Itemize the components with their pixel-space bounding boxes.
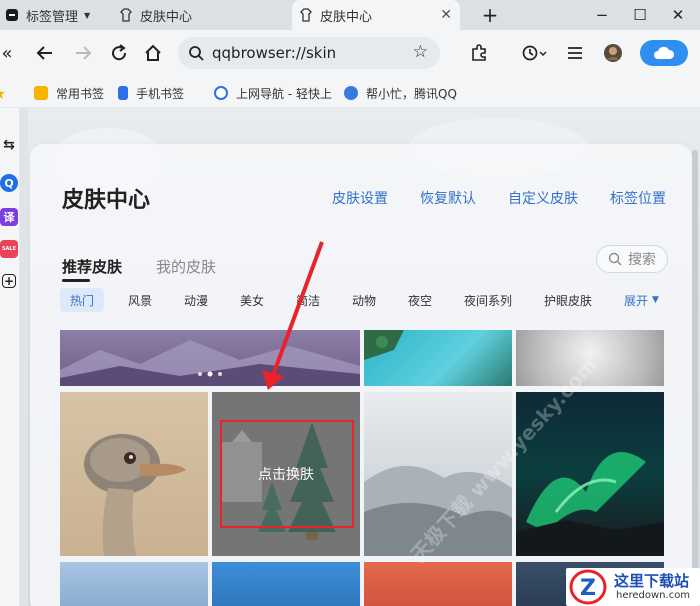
qq-browser-icon [214, 86, 228, 100]
bookmark-label: 帮小忙，腾讯QQ [366, 86, 457, 101]
skin-settings-link[interactable]: 皮肤设置 [332, 188, 388, 208]
mountain-image [60, 340, 360, 386]
bookmark-mobile[interactable]: 手机书签 [118, 78, 184, 108]
skin-tile-ocean[interactable] [212, 562, 360, 606]
close-window-button[interactable]: ✕ [660, 0, 696, 30]
skin-tile-lake[interactable] [364, 330, 512, 386]
skin-search[interactable]: 搜索 [596, 245, 668, 273]
page-title: 皮肤中心 [62, 188, 151, 213]
category-night-series[interactable]: 夜间系列 [464, 288, 512, 312]
sale-icon[interactable]: SALE [0, 240, 18, 258]
close-icon[interactable]: ✕ [440, 7, 452, 23]
skin-center-panel: 皮肤中心 皮肤设置 恢复默认 自定义皮肤 标签位置 推荐皮肤 我的皮肤 搜索 热… [30, 144, 692, 606]
maximize-button[interactable]: ☐ [622, 0, 658, 30]
skin-banner[interactable] [60, 330, 360, 386]
category-animals[interactable]: 动物 [352, 288, 376, 312]
tab-bar: 标签管理 ▼ 皮肤中心 皮肤中心 ✕ + − ☐ ✕ [0, 0, 700, 30]
restore-default-link[interactable]: 恢复默认 [420, 188, 476, 208]
translate-icon[interactable]: 译 [0, 208, 18, 226]
back-icon[interactable] [30, 38, 60, 68]
swap-icon[interactable]: ⇆ [0, 136, 18, 154]
tab-recommended[interactable]: 推荐皮肤 [62, 256, 122, 277]
minimize-button[interactable]: − [584, 0, 620, 30]
tab-label: 皮肤中心 [140, 9, 193, 25]
apply-skin-label[interactable]: 点击换肤 [212, 464, 360, 484]
bookmark-navigation[interactable]: 上网导航 - 轻快上 [214, 78, 332, 108]
active-tab-indicator [62, 279, 90, 282]
svg-text:Z: Z [580, 576, 596, 601]
extensions-icon[interactable] [464, 38, 494, 68]
skin-tile-ostrich[interactable] [60, 392, 208, 556]
category-scenery[interactable]: 风景 [128, 288, 152, 312]
tab-skin-center-1[interactable]: 皮肤中心 [118, 0, 288, 30]
page-scrollbar[interactable] [692, 150, 698, 580]
skin-tile-sunset[interactable] [364, 562, 512, 606]
cloud-sync-button[interactable] [640, 40, 688, 66]
tab-my-skins[interactable]: 我的皮肤 [156, 256, 216, 277]
tencent-helper-icon [344, 86, 358, 100]
cloud-icon [654, 46, 675, 59]
chevron-down-icon: ▼ [652, 295, 659, 305]
search-label: 搜索 [628, 252, 656, 268]
navigation-toolbar: « qqbrowser://skin ☆ [0, 30, 700, 78]
skin-tile-christmas[interactable]: 点击换肤 [212, 392, 360, 556]
history-icon[interactable] [514, 38, 554, 68]
logo-title: 这里下载站 [614, 572, 690, 590]
tshirt-icon [298, 7, 314, 23]
bookmark-common[interactable]: 常用书签 [34, 78, 104, 108]
category-beauty[interactable]: 美女 [240, 288, 264, 312]
tshirt-icon [118, 7, 134, 23]
search-icon [186, 43, 206, 63]
category-anime[interactable]: 动漫 [184, 288, 208, 312]
forward-icon[interactable] [68, 38, 98, 68]
bookmark-label: 手机书签 [136, 86, 185, 101]
tab-label: 皮肤中心 [320, 9, 373, 25]
category-night-sky[interactable]: 夜空 [408, 288, 432, 312]
bookmark-label: 上网导航 - 轻快上 [236, 86, 332, 101]
new-tab-button[interactable]: + [472, 0, 508, 30]
side-panel: ⇆ Q 译 SALE + [0, 108, 20, 606]
favorites-star-icon[interactable]: ★ [0, 78, 6, 108]
home-icon[interactable] [138, 38, 168, 68]
add-panel-icon[interactable]: + [2, 274, 16, 288]
category-hot[interactable]: 热门 [60, 288, 105, 312]
address-bar[interactable]: qqbrowser://skin ☆ [178, 37, 440, 69]
tab-manager-icon [4, 7, 20, 23]
ostrich-image [84, 434, 186, 556]
qq-search-icon[interactable]: Q [0, 174, 18, 192]
chevron-down-icon[interactable]: ▼ [84, 11, 90, 20]
lake-image [364, 330, 404, 360]
avatar[interactable] [598, 38, 628, 68]
tab-manager-label: 标签管理 [26, 9, 79, 25]
expand-button[interactable]: 展开 ▼ [624, 288, 659, 312]
address-text: qqbrowser://skin [212, 44, 337, 62]
phone-icon [118, 86, 128, 100]
bookmark-star-icon[interactable]: ☆ [413, 42, 428, 62]
bookmark-label: 常用书签 [56, 86, 105, 101]
tab-position-link[interactable]: 标签位置 [610, 188, 666, 208]
custom-skin-link[interactable]: 自定义皮肤 [508, 188, 578, 208]
skin-tile-sky[interactable] [60, 562, 208, 606]
bookmarks-bar: ★ 常用书签 手机书签 上网导航 - 轻快上 帮小忙，腾讯QQ [0, 78, 700, 108]
category-eye-care[interactable]: 护眼皮肤 [544, 288, 592, 312]
site-logo: Z 这里下载站 heredown.com [566, 568, 700, 606]
expand-label: 展开 [624, 293, 649, 308]
menu-icon[interactable] [560, 38, 590, 68]
bookmark-helper[interactable]: 帮小忙，腾讯QQ [344, 78, 464, 108]
logo-mark-icon: Z [569, 569, 607, 605]
search-icon [608, 252, 622, 266]
bookmark-folder-icon [34, 86, 48, 100]
collapse-sidebar-icon[interactable]: « [0, 38, 22, 68]
skin-page: 皮肤中心 皮肤设置 恢复默认 自定义皮肤 标签位置 推荐皮肤 我的皮肤 搜索 热… [28, 108, 700, 606]
category-simple[interactable]: 简洁 [296, 288, 320, 312]
tab-manager[interactable]: 标签管理 ▼ [4, 0, 104, 30]
tab-skin-center-2[interactable]: 皮肤中心 ✕ [292, 0, 460, 30]
refresh-icon[interactable] [104, 38, 134, 68]
logo-subtitle: heredown.com [616, 590, 691, 601]
